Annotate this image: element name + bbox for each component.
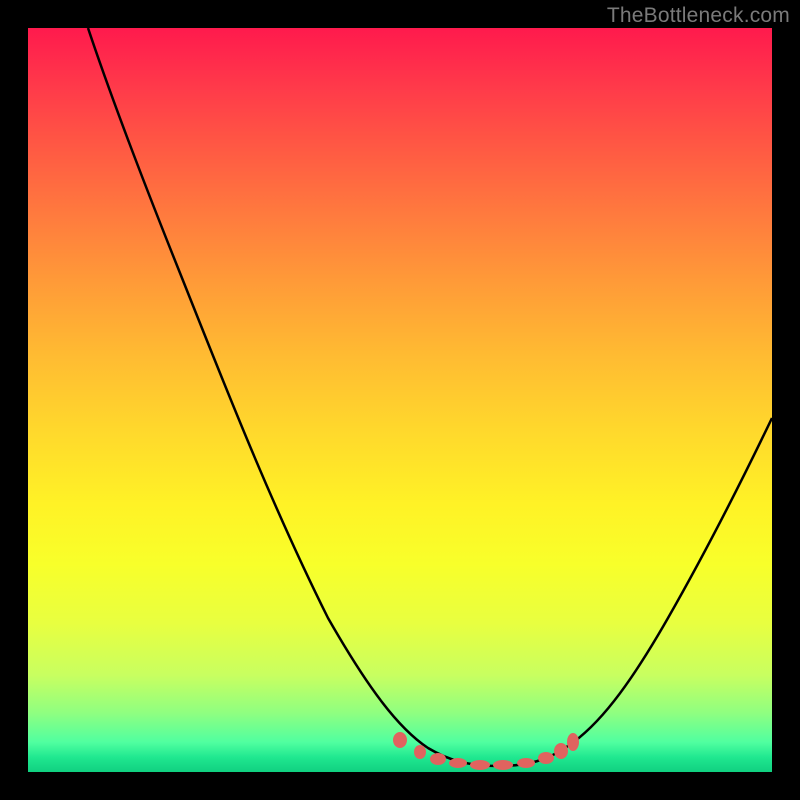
- chart-svg: [28, 28, 772, 772]
- chart-frame: TheBottleneck.com: [0, 0, 800, 800]
- optimal-range-markers: [393, 732, 579, 770]
- plot-area: [28, 28, 772, 772]
- watermark-text: TheBottleneck.com: [607, 4, 790, 28]
- bottleneck-curve: [88, 28, 772, 766]
